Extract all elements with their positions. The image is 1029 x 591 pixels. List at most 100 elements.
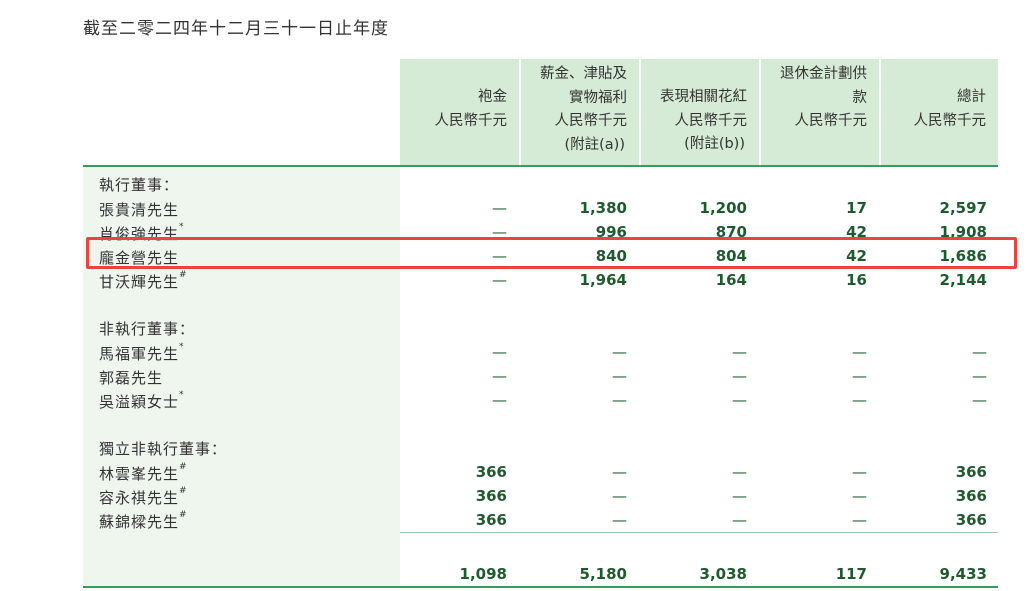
cell-bonus: — [732, 367, 747, 385]
footnote-mark: * [179, 390, 184, 400]
cell-pension: 16 [846, 271, 867, 289]
director-name: 蘇錦樑先生 [99, 513, 180, 531]
column-header-line: (附註(b)) [684, 136, 745, 152]
cell-fees: — [492, 367, 507, 385]
director-name: 林雲峯先生 [99, 465, 180, 483]
column-header-bonus: 表現相關花紅 人民幣千元 (附註(b)) [641, 59, 759, 165]
column-header-line: 退休金計劃供 [780, 66, 867, 82]
section-heading-non-executive: 非執行董事： [99, 320, 196, 338]
cell-total: — [972, 367, 987, 385]
cell-bonus: — [732, 343, 747, 361]
row-label: 蘇錦樑先生# [99, 510, 187, 532]
row-label: 張貴清先生 [99, 199, 179, 220]
cell-total: 2,597 [939, 199, 987, 217]
row-label: 甘沃輝先生# [99, 270, 187, 292]
column-header-total: 總計 人民幣千元 [881, 59, 998, 165]
cell-fees: 366 [475, 487, 507, 505]
row-label: 吳溢穎女士* [99, 390, 184, 412]
table-row: 蘇錦樑先生# 366 — — — 366 [83, 509, 998, 533]
section-heading-independent: 獨立非執行董事： [99, 440, 228, 458]
total-pension: 117 [835, 565, 867, 583]
column-header-line: (附註(a)) [564, 136, 625, 153]
total-salaries: 5,180 [579, 565, 627, 583]
director-name: 甘沃輝先生 [99, 273, 180, 291]
cell-pension: — [852, 367, 867, 385]
cell-salaries: — [612, 463, 627, 481]
column-header-line: 實物福利 [569, 89, 627, 106]
cell-fees: — [492, 391, 507, 409]
table-caption: 截至二零二四年十二月三十一日止年度 [83, 19, 389, 39]
cell-bonus: 164 [715, 271, 747, 289]
cell-salaries: — [612, 511, 627, 529]
cell-bonus: — [732, 511, 747, 529]
cell-bonus: 1,200 [699, 199, 747, 217]
cell-fees: 366 [475, 463, 507, 481]
column-header-pension: 退休金計劃供 款 人民幣千元 [761, 59, 879, 165]
column-header-line: 款 [852, 89, 868, 106]
column-header-line: 人民幣千元 [554, 113, 628, 129]
row-label: 容永祺先生# [99, 486, 187, 508]
totals-row: 1,098 5,180 3,038 117 9,433 [83, 563, 998, 587]
column-header-line: 人民幣千元 [794, 113, 868, 129]
footnote-mark: * [179, 222, 184, 232]
cell-pension: — [852, 487, 867, 505]
cell-pension: — [852, 463, 867, 481]
cell-salaries: 1,380 [579, 199, 627, 217]
table-row: 林雲峯先生# 366 — — — 366 [83, 461, 998, 485]
table-row: 馬福軍先生* — — — — — [83, 341, 998, 365]
table-row: 甘沃輝先生# — 1,964 164 16 2,144 [83, 269, 998, 293]
row-label: 林雲峯先生# [99, 462, 187, 484]
remuneration-table: 袍金 人民幣千元 薪金、津貼及 實物福利 人民幣千元 (附註(a)) 表現相關花… [83, 59, 998, 588]
director-name: 容永祺先生 [99, 489, 180, 507]
footnote-mark: * [179, 342, 184, 352]
column-header-line: 薪金、津貼及 [540, 66, 627, 82]
table-header: 袍金 人民幣千元 薪金、津貼及 實物福利 人民幣千元 (附註(a)) 表現相關花… [83, 59, 998, 167]
table-bottom-rule [83, 586, 998, 588]
cell-total: 366 [955, 463, 987, 481]
cell-total: 366 [955, 511, 987, 529]
cell-total: 366 [955, 487, 987, 505]
director-name: 馬福軍先生 [99, 345, 180, 363]
cell-pension: 17 [846, 199, 867, 217]
cell-salaries: — [612, 391, 627, 409]
table-row: 張貴清先生 — 1,380 1,200 17 2,597 [83, 197, 998, 221]
subtotal-divider [400, 532, 998, 533]
cell-pension: — [852, 511, 867, 529]
cell-fees: — [492, 199, 507, 217]
cell-bonus: — [732, 487, 747, 505]
column-header-line: 人民幣千元 [434, 112, 508, 129]
cell-bonus: — [732, 391, 747, 409]
total-bonus: 3,038 [699, 565, 747, 583]
column-header-line: 表現相關花紅 [660, 89, 747, 105]
cell-pension: — [852, 391, 867, 409]
director-name: 張貴清先生 [99, 201, 180, 219]
section-heading-executive: 執行董事： [99, 176, 180, 194]
cell-fees: — [492, 271, 507, 289]
cell-salaries: — [612, 487, 627, 505]
footnote-mark: # [179, 510, 187, 520]
cell-fees: — [492, 343, 507, 361]
table-row: 吳溢穎女士* — — — — — [83, 389, 998, 413]
total-total: 9,433 [939, 565, 987, 583]
footnote-mark: # [179, 486, 187, 496]
column-header-fees: 袍金 人民幣千元 [400, 59, 519, 165]
cell-salaries: — [612, 367, 627, 385]
column-header-line: 袍金 [478, 89, 507, 105]
cell-fees: 366 [475, 511, 507, 529]
row-label: 郭磊先生 [99, 367, 163, 388]
column-header-line: 總計 [957, 89, 986, 105]
column-header-line: 人民幣千元 [913, 112, 987, 129]
column-header-line: 人民幣千元 [674, 112, 748, 129]
cell-salaries: — [612, 343, 627, 361]
row-label: 馬福軍先生* [99, 342, 184, 364]
cell-total: — [972, 343, 987, 361]
column-header-salaries: 薪金、津貼及 實物福利 人民幣千元 (附註(a)) [521, 59, 639, 165]
cell-bonus: — [732, 463, 747, 481]
cell-salaries: 1,964 [579, 271, 627, 289]
cell-total: 2,144 [939, 271, 987, 289]
table-row: 郭磊先生 — — — — — [83, 365, 998, 389]
total-fees: 1,098 [459, 565, 507, 583]
cell-pension: — [852, 343, 867, 361]
footnote-mark: # [179, 462, 187, 472]
cell-total: — [972, 391, 987, 409]
